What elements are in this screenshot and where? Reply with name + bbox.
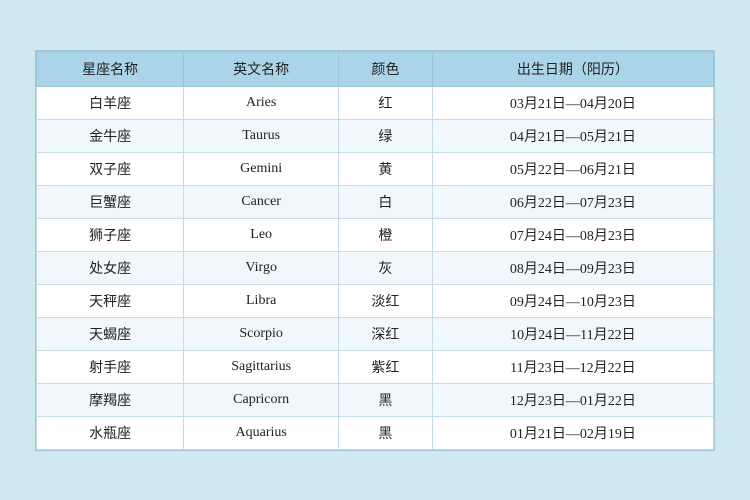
cell-dates: 06月22日—07月23日	[432, 185, 713, 218]
cell-color: 白	[339, 185, 433, 218]
cell-color: 红	[339, 86, 433, 119]
cell-dates: 05月22日—06月21日	[432, 152, 713, 185]
cell-english-name: Aries	[184, 86, 339, 119]
cell-dates: 07月24日—08月23日	[432, 218, 713, 251]
cell-color: 黑	[339, 416, 433, 449]
cell-chinese-name: 双子座	[37, 152, 184, 185]
cell-dates: 01月21日—02月19日	[432, 416, 713, 449]
cell-dates: 03月21日—04月20日	[432, 86, 713, 119]
header-english-name: 英文名称	[184, 51, 339, 86]
cell-english-name: Virgo	[184, 251, 339, 284]
cell-english-name: Taurus	[184, 119, 339, 152]
header-dates: 出生日期（阳历）	[432, 51, 713, 86]
cell-dates: 04月21日—05月21日	[432, 119, 713, 152]
table-row: 巨蟹座Cancer白06月22日—07月23日	[37, 185, 714, 218]
cell-color: 紫红	[339, 350, 433, 383]
cell-chinese-name: 处女座	[37, 251, 184, 284]
table-row: 狮子座Leo橙07月24日—08月23日	[37, 218, 714, 251]
table-row: 天秤座Libra淡红09月24日—10月23日	[37, 284, 714, 317]
cell-chinese-name: 狮子座	[37, 218, 184, 251]
cell-english-name: Leo	[184, 218, 339, 251]
cell-english-name: Aquarius	[184, 416, 339, 449]
cell-english-name: Scorpio	[184, 317, 339, 350]
cell-color: 淡红	[339, 284, 433, 317]
header-chinese-name: 星座名称	[37, 51, 184, 86]
cell-english-name: Cancer	[184, 185, 339, 218]
zodiac-table-container: 星座名称 英文名称 颜色 出生日期（阳历） 白羊座Aries红03月21日—04…	[35, 50, 715, 451]
table-row: 金牛座Taurus绿04月21日—05月21日	[37, 119, 714, 152]
zodiac-table: 星座名称 英文名称 颜色 出生日期（阳历） 白羊座Aries红03月21日—04…	[36, 51, 714, 450]
table-row: 摩羯座Capricorn黑12月23日—01月22日	[37, 383, 714, 416]
cell-chinese-name: 射手座	[37, 350, 184, 383]
table-row: 双子座Gemini黄05月22日—06月21日	[37, 152, 714, 185]
table-row: 射手座Sagittarius紫红11月23日—12月22日	[37, 350, 714, 383]
cell-chinese-name: 巨蟹座	[37, 185, 184, 218]
cell-chinese-name: 金牛座	[37, 119, 184, 152]
cell-dates: 10月24日—11月22日	[432, 317, 713, 350]
cell-color: 黄	[339, 152, 433, 185]
cell-color: 绿	[339, 119, 433, 152]
header-color: 颜色	[339, 51, 433, 86]
cell-english-name: Gemini	[184, 152, 339, 185]
cell-color: 黑	[339, 383, 433, 416]
table-row: 天蝎座Scorpio深红10月24日—11月22日	[37, 317, 714, 350]
cell-dates: 09月24日—10月23日	[432, 284, 713, 317]
cell-chinese-name: 天蝎座	[37, 317, 184, 350]
cell-chinese-name: 天秤座	[37, 284, 184, 317]
cell-color: 深红	[339, 317, 433, 350]
cell-dates: 12月23日—01月22日	[432, 383, 713, 416]
cell-dates: 08月24日—09月23日	[432, 251, 713, 284]
cell-chinese-name: 白羊座	[37, 86, 184, 119]
cell-chinese-name: 水瓶座	[37, 416, 184, 449]
cell-chinese-name: 摩羯座	[37, 383, 184, 416]
table-row: 处女座Virgo灰08月24日—09月23日	[37, 251, 714, 284]
cell-color: 灰	[339, 251, 433, 284]
cell-color: 橙	[339, 218, 433, 251]
cell-english-name: Libra	[184, 284, 339, 317]
table-body: 白羊座Aries红03月21日—04月20日金牛座Taurus绿04月21日—0…	[37, 86, 714, 449]
cell-dates: 11月23日—12月22日	[432, 350, 713, 383]
table-row: 水瓶座Aquarius黑01月21日—02月19日	[37, 416, 714, 449]
table-row: 白羊座Aries红03月21日—04月20日	[37, 86, 714, 119]
cell-english-name: Capricorn	[184, 383, 339, 416]
table-header-row: 星座名称 英文名称 颜色 出生日期（阳历）	[37, 51, 714, 86]
cell-english-name: Sagittarius	[184, 350, 339, 383]
